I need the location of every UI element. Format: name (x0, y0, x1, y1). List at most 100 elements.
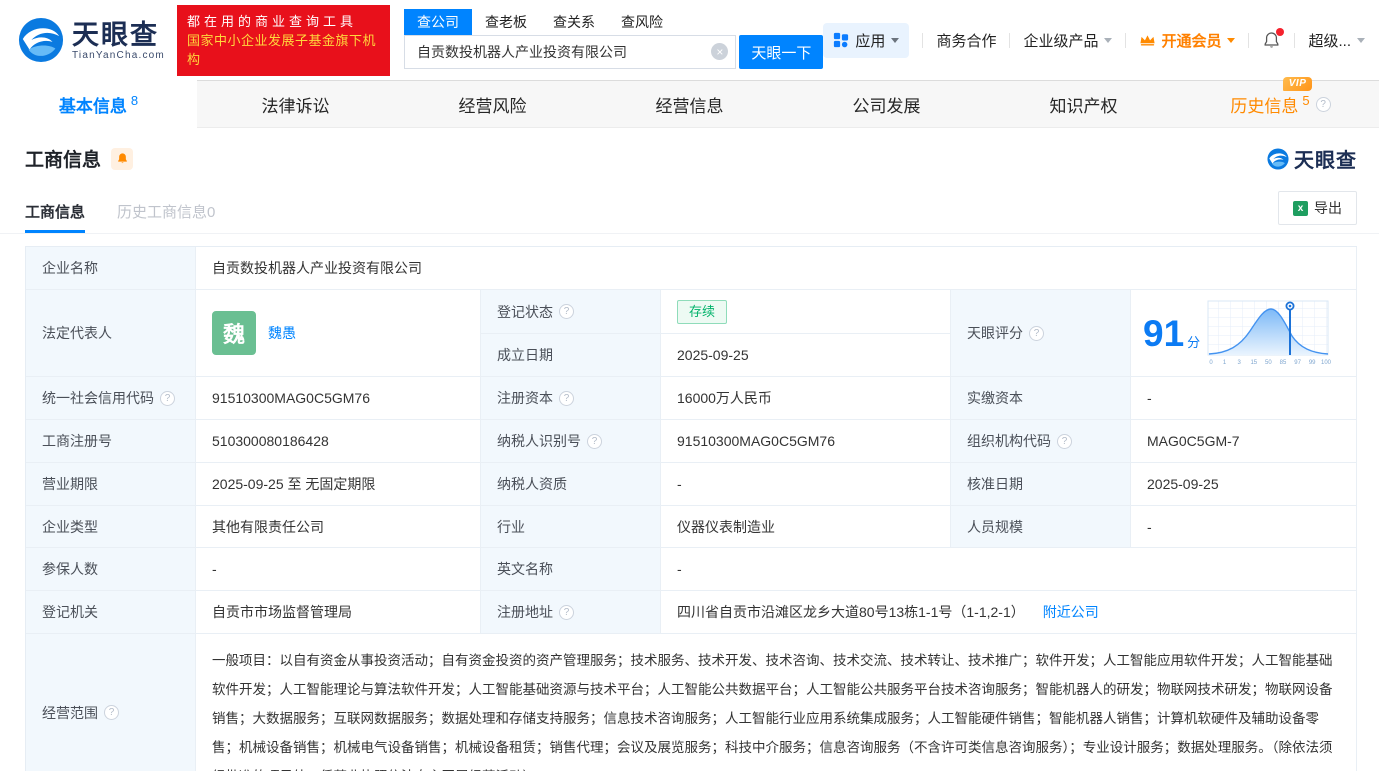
svg-text:99: 99 (1309, 360, 1316, 366)
chevron-down-icon (1357, 37, 1365, 43)
business-info-table: 企业名称 自贡数投机器人产业投资有限公司 法定代表人 魏 魏愚 登记状态 ? 存… (25, 246, 1357, 771)
status-badge: 存续 (677, 299, 728, 324)
user-account-menu[interactable]: 超级... (1308, 30, 1365, 51)
company-section-tabs: 基本信息 8 法律诉讼 经营风险 经营信息 公司发展 知识产权 历史信息 VIP… (0, 76, 1379, 128)
promo-banner-line2: 国家中小企业发展子基金旗下机构 (186, 32, 376, 67)
search-tab-company[interactable]: 查公司 (404, 9, 472, 35)
tab-operation-risk[interactable]: 经营风险 (394, 80, 591, 128)
help-icon[interactable]: ? (1029, 325, 1044, 341)
tianyancha-logo-icon (1267, 148, 1289, 170)
search-input[interactable] (404, 35, 737, 69)
tab-intellectual-property[interactable]: 知识产权 (985, 80, 1182, 128)
svg-text:3: 3 (1238, 360, 1242, 366)
tianyancha-logo[interactable]: 天眼查 TianYanCha.com (18, 17, 165, 63)
field-value-tianyan-score[interactable]: 91 分 0 1 3 15 50 85 97 99 100 (1131, 290, 1357, 377)
subtab-business-info[interactable]: 工商信息 (25, 201, 86, 233)
tianyancha-logo-icon (18, 17, 64, 63)
svg-text:0: 0 (1210, 360, 1214, 366)
field-value-org-code: MAG0C5GM-7 (1131, 420, 1357, 463)
enterprise-products-menu[interactable]: 企业级产品 (1023, 30, 1113, 51)
logo-subtext: TianYanCha.com (72, 49, 165, 61)
search-button[interactable]: 天眼一下 (739, 35, 824, 69)
apps-grid-icon (833, 32, 849, 48)
crown-icon (1139, 33, 1156, 47)
help-icon[interactable]: ? (1315, 96, 1331, 112)
field-label-paid-capital: 实缴资本 (951, 377, 1131, 420)
divider (1009, 32, 1011, 48)
business-info-subtabs: 工商信息 历史工商信息0 x 导出 (0, 191, 1379, 234)
search-tab-risk[interactable]: 查风险 (608, 9, 676, 35)
business-cooperation-link[interactable]: 商务合作 (936, 30, 996, 51)
tab-operation-info[interactable]: 经营信息 (591, 80, 788, 128)
field-label-industry: 行业 (481, 506, 661, 548)
help-icon[interactable]: ? (559, 390, 574, 406)
field-label-company-name: 企业名称 (26, 247, 196, 290)
site-header: 天眼查 TianYanCha.com 都在用的商业查询工具 国家中小企业发展子基… (0, 0, 1379, 80)
notification-dot (1276, 27, 1285, 36)
tab-count: 5 (1302, 92, 1310, 108)
search-tab-relation[interactable]: 查关系 (540, 9, 608, 35)
field-value-paid-capital: - (1131, 377, 1357, 420)
svg-text:15: 15 (1251, 360, 1258, 366)
field-value-approval-date: 2025-09-25 (1131, 463, 1357, 506)
field-label-staff-size: 人员规模 (951, 506, 1131, 548)
chevron-down-icon (1227, 37, 1236, 43)
promo-banner-line1: 都在用的商业查询工具 (186, 13, 357, 29)
field-value-registered-capital: 16000万人民币 (661, 377, 951, 420)
svg-text:100: 100 (1321, 360, 1331, 366)
logo-text: 天眼查 (72, 19, 159, 50)
field-label-company-type: 企业类型 (26, 506, 196, 548)
help-icon[interactable]: ? (104, 705, 119, 720)
field-value-taxpayer-quality: - (661, 463, 951, 506)
field-value-industry: 仪器仪表制造业 (661, 506, 951, 548)
score-value: 91 (1143, 312, 1185, 354)
open-membership-menu[interactable]: 开通会员 (1139, 30, 1236, 51)
monitor-bell-button[interactable] (111, 147, 134, 170)
help-icon[interactable]: ? (1057, 433, 1072, 449)
divider (1294, 32, 1296, 48)
divider (1248, 32, 1250, 48)
nearby-companies-link[interactable]: 附近公司 (1043, 602, 1099, 622)
field-value-legal-representative: 魏 魏愚 (196, 290, 481, 377)
field-value-business-term: 2025-09-25 至 无固定期限 (196, 463, 481, 506)
score-unit: 分 (1187, 334, 1201, 350)
divider (1125, 32, 1127, 48)
excel-icon: x (1293, 200, 1308, 216)
field-value-business-scope: 一般项目：以自有资金从事投资活动；自有资金投资的资产管理服务；技术服务、技术开发… (196, 634, 1357, 771)
page: 天眼查 TianYanCha.com 都在用的商业查询工具 国家中小企业发展子基… (0, 0, 1379, 771)
subtab-history-business-info[interactable]: 历史工商信息0 (117, 201, 215, 233)
watermark-logo: 天眼查 (1267, 144, 1357, 173)
help-icon[interactable]: ? (559, 304, 574, 319)
field-label-tianyan-score: 天眼评分 ? (951, 290, 1131, 377)
legal-rep-avatar[interactable]: 魏 (212, 311, 256, 355)
field-label-registered-address: 注册地址 ? (481, 591, 661, 634)
field-label-registration-number: 工商注册号 (26, 420, 196, 463)
section-title: 工商信息 (25, 150, 102, 171)
field-label-establish-date: 成立日期 (481, 334, 661, 377)
search-tab-boss[interactable]: 查老板 (472, 9, 540, 35)
field-label-approval-date: 核准日期 (951, 463, 1131, 506)
apps-menu[interactable]: 应用 (823, 22, 910, 58)
help-icon[interactable]: ? (587, 433, 602, 449)
svg-text:97: 97 (1294, 360, 1301, 366)
score-distribution-chart: 0 1 3 15 50 85 97 99 100 (1207, 300, 1331, 366)
svg-text:1: 1 (1223, 360, 1227, 366)
divider (922, 32, 924, 48)
field-label-english-name: 英文名称 (481, 548, 661, 591)
legal-rep-name-link[interactable]: 魏愚 (268, 323, 296, 343)
export-button[interactable]: x 导出 (1278, 191, 1357, 225)
search-tabs: 查公司 查老板 查关系 查风险 (404, 9, 823, 35)
tab-history-info[interactable]: 历史信息 VIP 5 ? (1182, 76, 1379, 128)
field-value-insured-count: - (196, 548, 481, 591)
top-navigation: 应用 商务合作 企业级产品 开通会员 超级... (823, 22, 1365, 58)
field-label-taxpayer-quality: 纳税人资质 (481, 463, 661, 506)
tab-company-development[interactable]: 公司发展 (788, 80, 985, 128)
notifications-button[interactable] (1262, 27, 1285, 50)
watermark-text: 天眼查 (1294, 150, 1357, 172)
tab-basic-info[interactable]: 基本信息 8 (0, 80, 197, 128)
field-value-registration-status: 存续 (661, 290, 951, 334)
help-icon[interactable]: ? (160, 390, 175, 406)
field-label-business-scope: 经营范围 ? (26, 634, 196, 771)
tab-legal-proceedings[interactable]: 法律诉讼 (197, 80, 394, 128)
help-icon[interactable]: ? (559, 604, 574, 620)
